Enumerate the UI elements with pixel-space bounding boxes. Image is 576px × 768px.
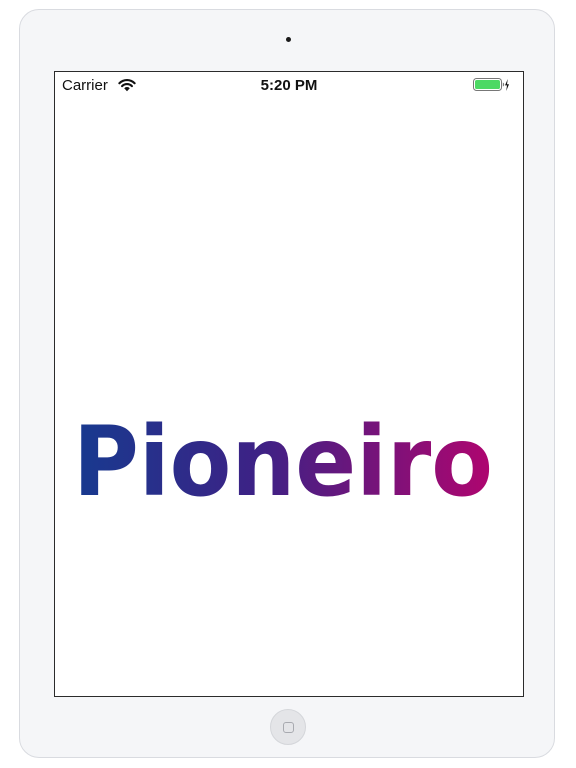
home-button[interactable] <box>270 709 306 745</box>
pioneiro-logo: Pioneiro <box>73 407 493 507</box>
app-screen: Carrier 5:20 PM Pioneiro <box>54 71 524 697</box>
logo-wordmark: Pioneiro <box>73 407 493 507</box>
battery-charging-icon <box>473 78 509 91</box>
home-button-icon <box>283 722 294 733</box>
status-time: 5:20 PM <box>260 77 318 94</box>
front-camera <box>286 37 291 42</box>
status-bar: Carrier 5:20 PM <box>55 72 523 98</box>
